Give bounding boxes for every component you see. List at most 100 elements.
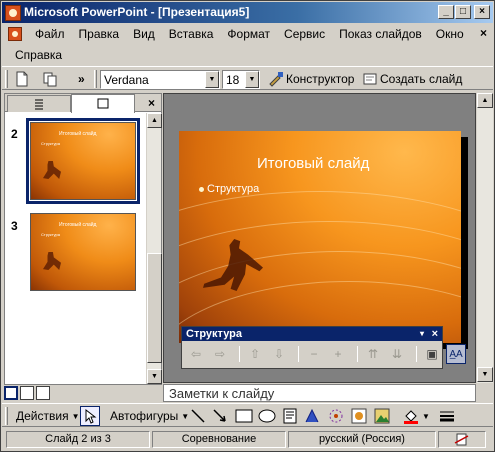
structure-toolbar-title: Структура (186, 328, 242, 340)
chevron-down-icon: ▼ (422, 411, 430, 421)
powerpoint-app-icon[interactable] (5, 5, 21, 21)
spelling-status-icon[interactable] (438, 431, 486, 448)
font-size-select[interactable]: 18 ▼ (222, 70, 260, 89)
scroll-thumb[interactable] (147, 253, 162, 363)
select-pointer-icon[interactable] (80, 406, 100, 426)
textbox-icon[interactable] (282, 407, 298, 425)
wordart-icon[interactable] (304, 407, 320, 425)
menu-item[interactable]: Сервис (277, 27, 332, 41)
drawing-toolbar: Действия ▼ Автофигуры ▼ ▼ (2, 403, 493, 427)
menu-item[interactable]: Справка (8, 48, 69, 62)
move-up-icon[interactable]: ⇧ (245, 344, 265, 364)
thumbnail-title: Итоговый слайд (59, 131, 97, 137)
promote-icon[interactable]: ⇦ (186, 344, 206, 364)
slides-icon (97, 98, 109, 109)
sorter-view-icon[interactable] (20, 386, 34, 400)
menu-item[interactable]: Вставка (162, 27, 221, 41)
thumbnail-number: 3 (11, 219, 18, 233)
font-name-select[interactable]: Verdana ▼ (100, 70, 220, 89)
window-title: Microsoft PowerPoint - [Презентация5] (24, 5, 250, 19)
picture-icon[interactable] (374, 407, 390, 425)
scroll-up-icon[interactable]: ▲ (147, 113, 162, 128)
pane-close-icon[interactable]: × (148, 96, 155, 110)
toolbar-grip[interactable] (5, 407, 8, 425)
structure-buttons: ⇦ ⇨ ⇧ ⇩ − + ⇈ ⇊ ▣ A̲A (186, 344, 470, 364)
separator (357, 346, 358, 362)
toolbar-grip[interactable] (94, 70, 97, 88)
new-slide-label: Создать слайд (380, 72, 463, 86)
line-icon[interactable] (190, 407, 206, 425)
slide-thumbnail[interactable]: Итоговый слайд Структура (26, 118, 140, 204)
new-icon[interactable] (14, 69, 30, 89)
copy-icon[interactable] (42, 69, 58, 89)
runner-image (43, 252, 61, 270)
clipart-icon[interactable] (351, 407, 367, 425)
actions-label: Действия (16, 409, 69, 423)
structure-close-icon[interactable]: × (432, 327, 438, 341)
autoshapes-menu[interactable]: Автофигуры ▼ (110, 407, 189, 425)
toolbar-options-icon[interactable]: ▾ (420, 327, 424, 341)
demote-icon[interactable]: ⇨ (210, 344, 230, 364)
design-label: Конструктор (286, 72, 355, 86)
separator (298, 346, 299, 362)
current-slide[interactable]: Итоговый слайд Структура (179, 131, 461, 343)
structure-toolbar[interactable]: Структура ▾ × ⇦ ⇨ ⇧ ⇩ − + ⇈ ⇊ ▣ A̲A (181, 326, 466, 369)
fill-color-icon[interactable]: ▼ (402, 407, 430, 425)
title-bar[interactable]: Microsoft PowerPoint - [Презентация5] _ … (2, 2, 493, 23)
doc-close-icon[interactable]: × (480, 26, 487, 40)
structure-toolbar-header[interactable]: Структура ▾ × (182, 327, 442, 341)
expand-icon[interactable]: + (328, 344, 348, 364)
menu-item[interactable]: Правка (72, 27, 127, 41)
arrow-icon[interactable] (212, 407, 228, 425)
view-buttons (4, 386, 52, 402)
menu-item[interactable]: Показ слайдов (332, 27, 429, 41)
slide-bullet[interactable]: Структура (199, 183, 259, 195)
tab-outline[interactable] (7, 95, 71, 112)
minimize-button[interactable]: _ (438, 5, 454, 19)
line-style-icon[interactable] (438, 407, 456, 425)
separator (416, 346, 417, 362)
slide-thumbnail[interactable]: Итоговый слайд Структура (30, 213, 136, 291)
bullet-icon (199, 186, 204, 192)
chevron-down-icon: ▼ (71, 411, 80, 421)
maximize-button[interactable]: □ (455, 5, 471, 19)
menu-item[interactable]: Формат (220, 27, 277, 41)
thumbnails-scrollbar[interactable]: ▲ ▼ (146, 113, 162, 384)
normal-view-icon[interactable] (4, 386, 18, 400)
slide-scrollbar[interactable]: ▲ ▼ (477, 93, 493, 383)
close-button[interactable]: × (474, 5, 490, 19)
diagram-icon[interactable] (328, 407, 344, 425)
toolbar-grip[interactable] (5, 70, 8, 88)
toolbar-overflow-icon[interactable]: » (78, 69, 85, 89)
scroll-down-icon[interactable]: ▼ (147, 369, 162, 384)
chevron-down-icon: ▼ (181, 411, 190, 421)
new-slide-button[interactable]: Создать слайд (362, 69, 462, 89)
show-formatting-icon[interactable]: A̲A (446, 344, 466, 364)
menu-item[interactable]: Файл (28, 27, 72, 41)
menu-item[interactable]: Вид (126, 27, 162, 41)
slideshow-view-icon[interactable] (36, 386, 50, 400)
collapse-icon[interactable]: − (304, 344, 324, 364)
scroll-up-icon[interactable]: ▲ (477, 93, 493, 108)
expand-all-icon[interactable]: ⇊ (387, 344, 407, 364)
menu-row-1: Файл Правка Вид Вставка Формат Сервис Показ сл… (8, 23, 471, 44)
scroll-down-icon[interactable]: ▼ (477, 367, 493, 382)
thumbnail-bullet: Структура (41, 232, 60, 237)
document-icon[interactable] (8, 26, 22, 41)
slide-title[interactable]: Итоговый слайд (257, 155, 369, 172)
status-slide-count: Слайд 2 из 3 (6, 431, 150, 448)
chevron-down-icon[interactable]: ▼ (245, 71, 259, 88)
collapse-all-icon[interactable]: ⇈ (363, 344, 383, 364)
rectangle-icon[interactable] (235, 407, 253, 425)
ellipse-icon[interactable] (258, 407, 276, 425)
tab-slides[interactable] (71, 94, 135, 113)
move-down-icon[interactable]: ⇩ (269, 344, 289, 364)
summary-slide-icon[interactable]: ▣ (422, 344, 442, 364)
menu-item[interactable]: Окно (429, 27, 471, 41)
actions-menu[interactable]: Действия ▼ (16, 407, 80, 425)
design-button[interactable]: Конструктор (268, 69, 354, 89)
chevron-down-icon[interactable]: ▼ (205, 71, 219, 88)
notes-pane[interactable]: Заметки к слайду (163, 384, 476, 402)
separator (239, 346, 240, 362)
font-size-value: 18 (226, 73, 240, 87)
